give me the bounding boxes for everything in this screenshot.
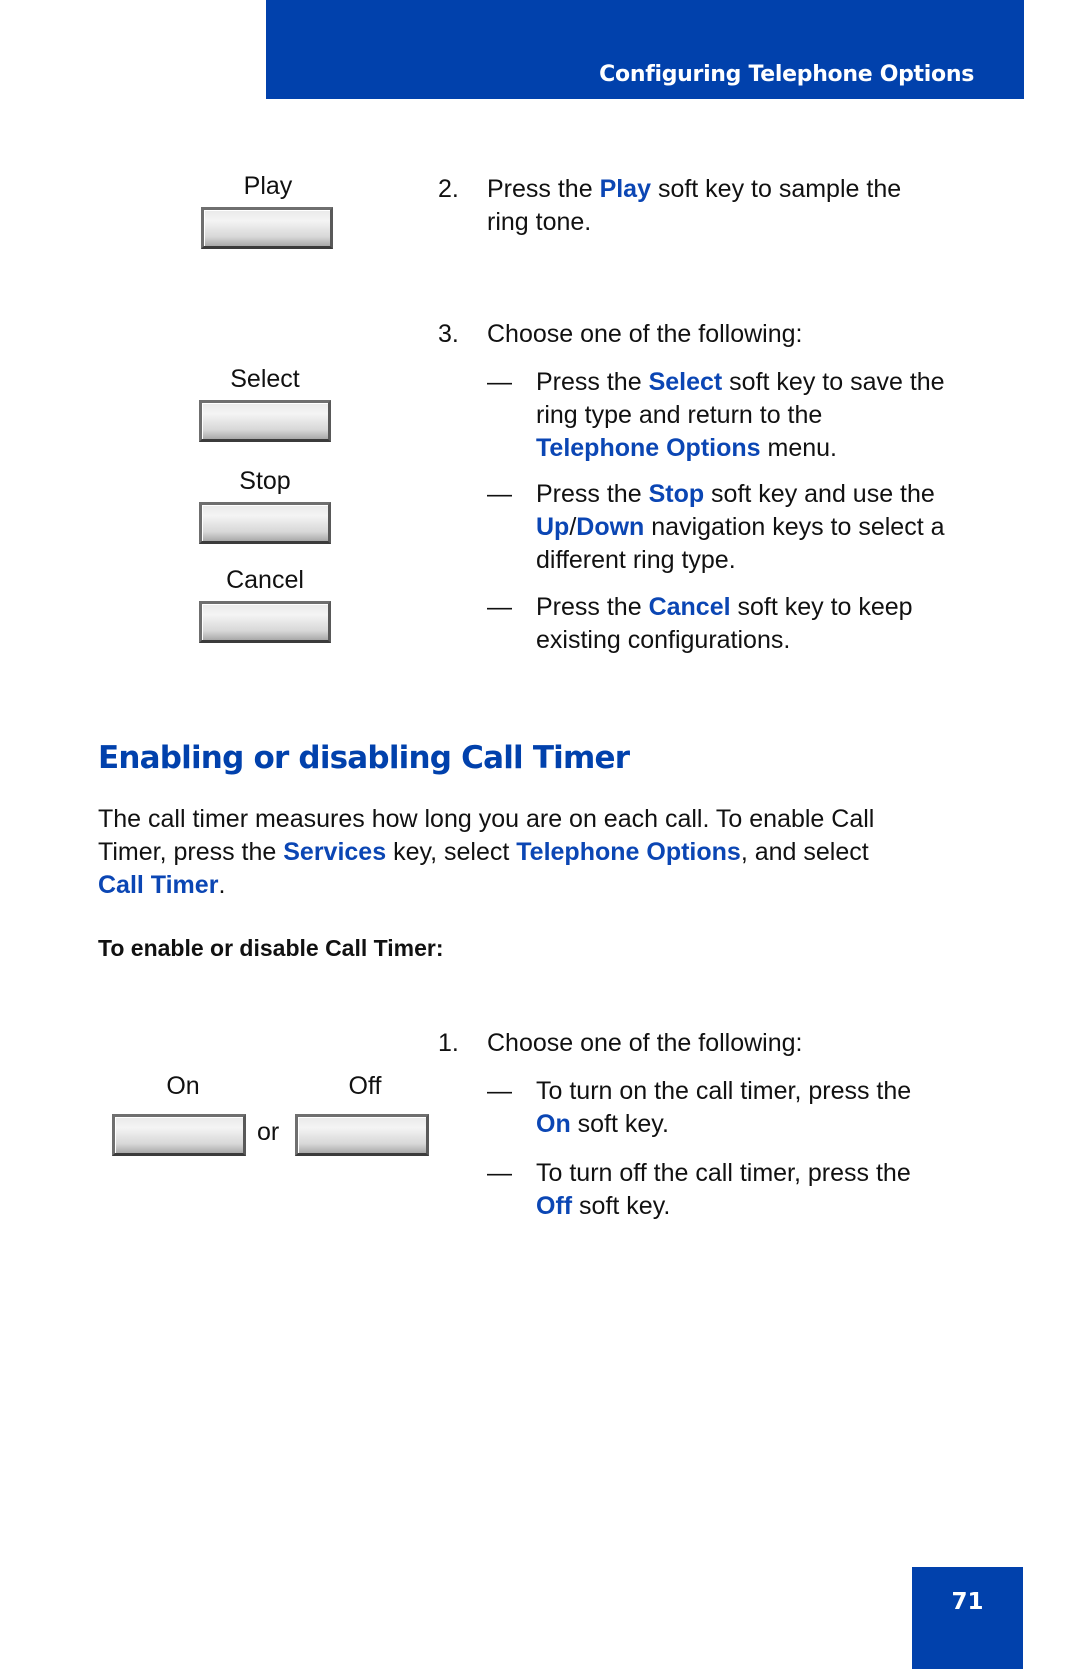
on-keyword: On: [536, 1110, 571, 1138]
chapter-title: Configuring Telephone Options: [599, 62, 974, 87]
step-number: 1.: [438, 1029, 459, 1057]
off-key-label: Off: [348, 1072, 382, 1100]
telephone-options-keyword: Telephone Options: [536, 434, 761, 462]
page-number-box: 71: [912, 1567, 1023, 1669]
cancel-softkey[interactable]: [199, 601, 331, 643]
on-key-label: On: [166, 1072, 200, 1100]
page-number: 71: [951, 1589, 984, 1615]
stop-softkey[interactable]: [199, 502, 331, 544]
off-keyword: Off: [536, 1192, 573, 1220]
select-softkey[interactable]: [199, 400, 331, 442]
services-keyword: Services: [283, 838, 387, 866]
up-keyword: Up: [536, 513, 570, 541]
cancel-keyword: Cancel: [648, 593, 731, 621]
select-keyword: Select: [648, 368, 723, 396]
or-text: or: [257, 1118, 280, 1146]
dash-bullet: —: [487, 480, 512, 508]
down-keyword: Down: [576, 513, 645, 541]
cancel-key-label: Cancel: [226, 566, 304, 594]
step-text: Choose one of the following:: [487, 1029, 803, 1057]
on-softkey[interactable]: [112, 1114, 246, 1156]
section-heading: Enabling or disabling Call Timer: [98, 740, 630, 776]
step-number: 3.: [438, 320, 459, 348]
stop-keyword: Stop: [648, 480, 705, 508]
step-text: Choose one of the following:: [487, 320, 803, 348]
dash-bullet: —: [487, 368, 512, 396]
section-paragraph: The call timer measures how long you are…: [98, 805, 875, 899]
play-softkey[interactable]: [201, 207, 333, 249]
dash-bullet: —: [487, 1077, 512, 1105]
procedure-title: To enable or disable Call Timer:: [98, 935, 444, 961]
dash-bullet: —: [487, 593, 512, 621]
stop-key-label: Stop: [239, 467, 291, 495]
off-softkey[interactable]: [295, 1114, 429, 1156]
call-timer-keyword: Call Timer: [98, 871, 219, 899]
play-key-label: Play: [243, 172, 293, 200]
select-key-label: Select: [230, 365, 300, 393]
telephone-options-keyword: Telephone Options: [516, 838, 741, 866]
chapter-banner: Configuring Telephone Options: [266, 0, 1024, 99]
play-keyword: Play: [599, 175, 651, 203]
step-number: 2.: [438, 175, 459, 203]
dash-bullet: —: [487, 1159, 512, 1187]
